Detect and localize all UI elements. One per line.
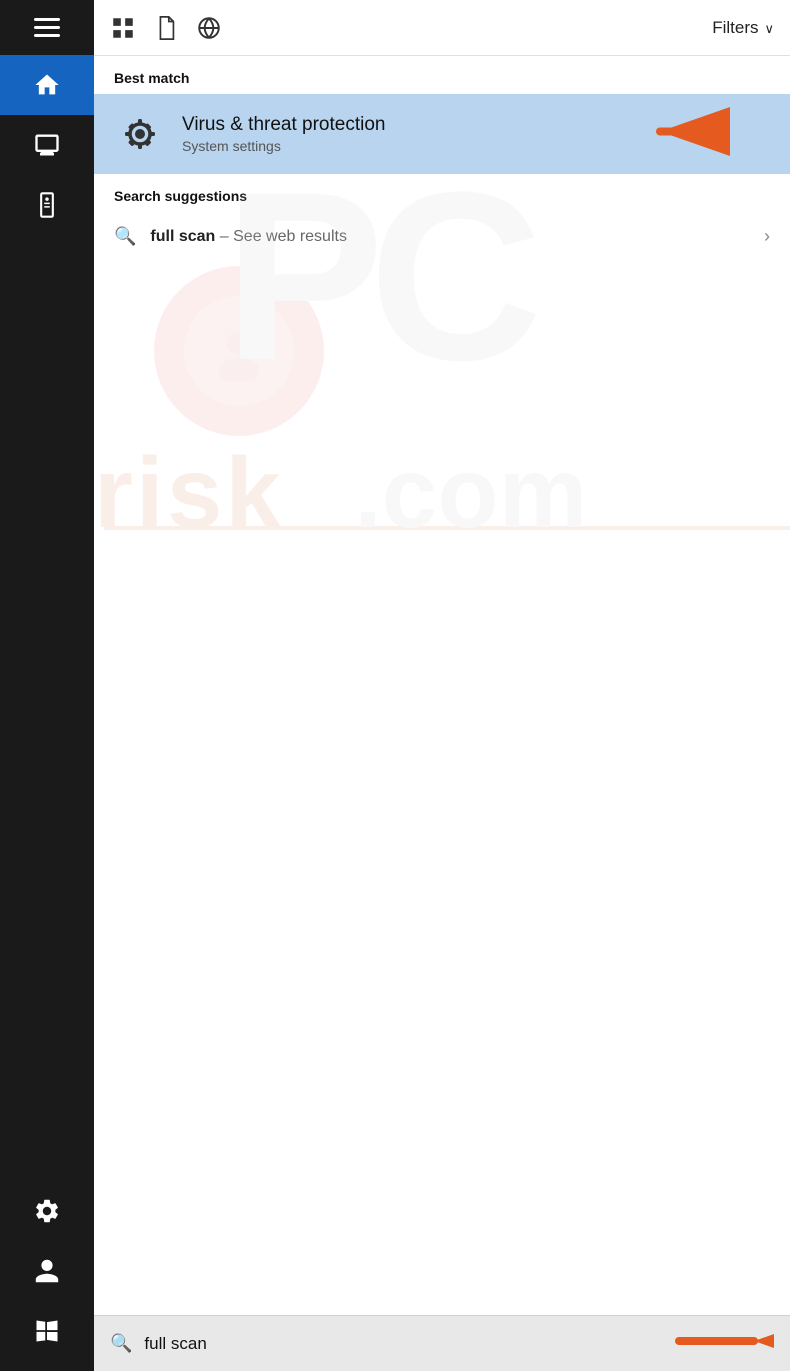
suggestion-item[interactable]: 🔍 full scan – See web results › [94,212,790,262]
home-icon [33,71,61,99]
sidebar [0,0,94,1371]
suggestion-muted: – See web results [215,228,347,245]
display-icon [33,131,61,159]
search-suggestion-icon: 🔍 [114,226,136,247]
toolbar: Filters ∨ [94,0,790,56]
sidebar-item-tower[interactable] [0,175,94,235]
main-content: Filters ∨ Best match [94,0,790,1371]
watermark: PC risk .com [94,186,790,1235]
search-bar-arrow [674,1318,774,1369]
grid-icon[interactable] [110,15,136,41]
best-match-text: Virus & threat protection System setting… [182,114,385,154]
best-match-item[interactable]: Virus & threat protection System setting… [94,94,790,174]
sidebar-item-home[interactable] [0,55,94,115]
filters-button[interactable]: Filters ∨ [712,18,774,38]
sidebar-item-settings[interactable] [0,1181,94,1241]
virus-protection-icon [114,108,166,160]
document-icon[interactable] [154,15,178,41]
user-icon [33,1257,61,1285]
sidebar-item-user[interactable] [0,1241,94,1301]
suggestion-text: full scan – See web results [150,228,750,246]
best-match-subtitle: System settings [182,138,385,154]
best-match-title: Virus & threat protection [182,114,385,136]
chevron-down-icon: ∨ [764,21,774,37]
sidebar-item-windows-start[interactable] [0,1301,94,1361]
search-suggestions-label: Search suggestions [94,174,790,212]
suggestion-bold: full scan [150,228,215,245]
arrow-annotation [640,97,730,172]
hamburger-icon [34,18,60,37]
search-icon: 🔍 [110,1333,132,1354]
tower-icon [33,191,61,219]
filters-label: Filters [712,18,758,38]
search-bar: 🔍 [94,1315,790,1371]
sidebar-nav [0,55,94,1181]
best-match-label: Best match [94,56,790,94]
sidebar-item-display[interactable] [0,115,94,175]
hamburger-menu[interactable] [0,0,94,55]
chevron-right-icon: › [764,226,770,247]
globe-icon[interactable] [196,15,222,41]
settings-icon [33,1197,61,1225]
search-input[interactable] [144,1334,662,1354]
results-area: Best match Virus [94,56,790,1315]
toolbar-icon-group [110,15,694,41]
windows-icon [33,1317,61,1345]
sidebar-bottom [0,1181,94,1371]
